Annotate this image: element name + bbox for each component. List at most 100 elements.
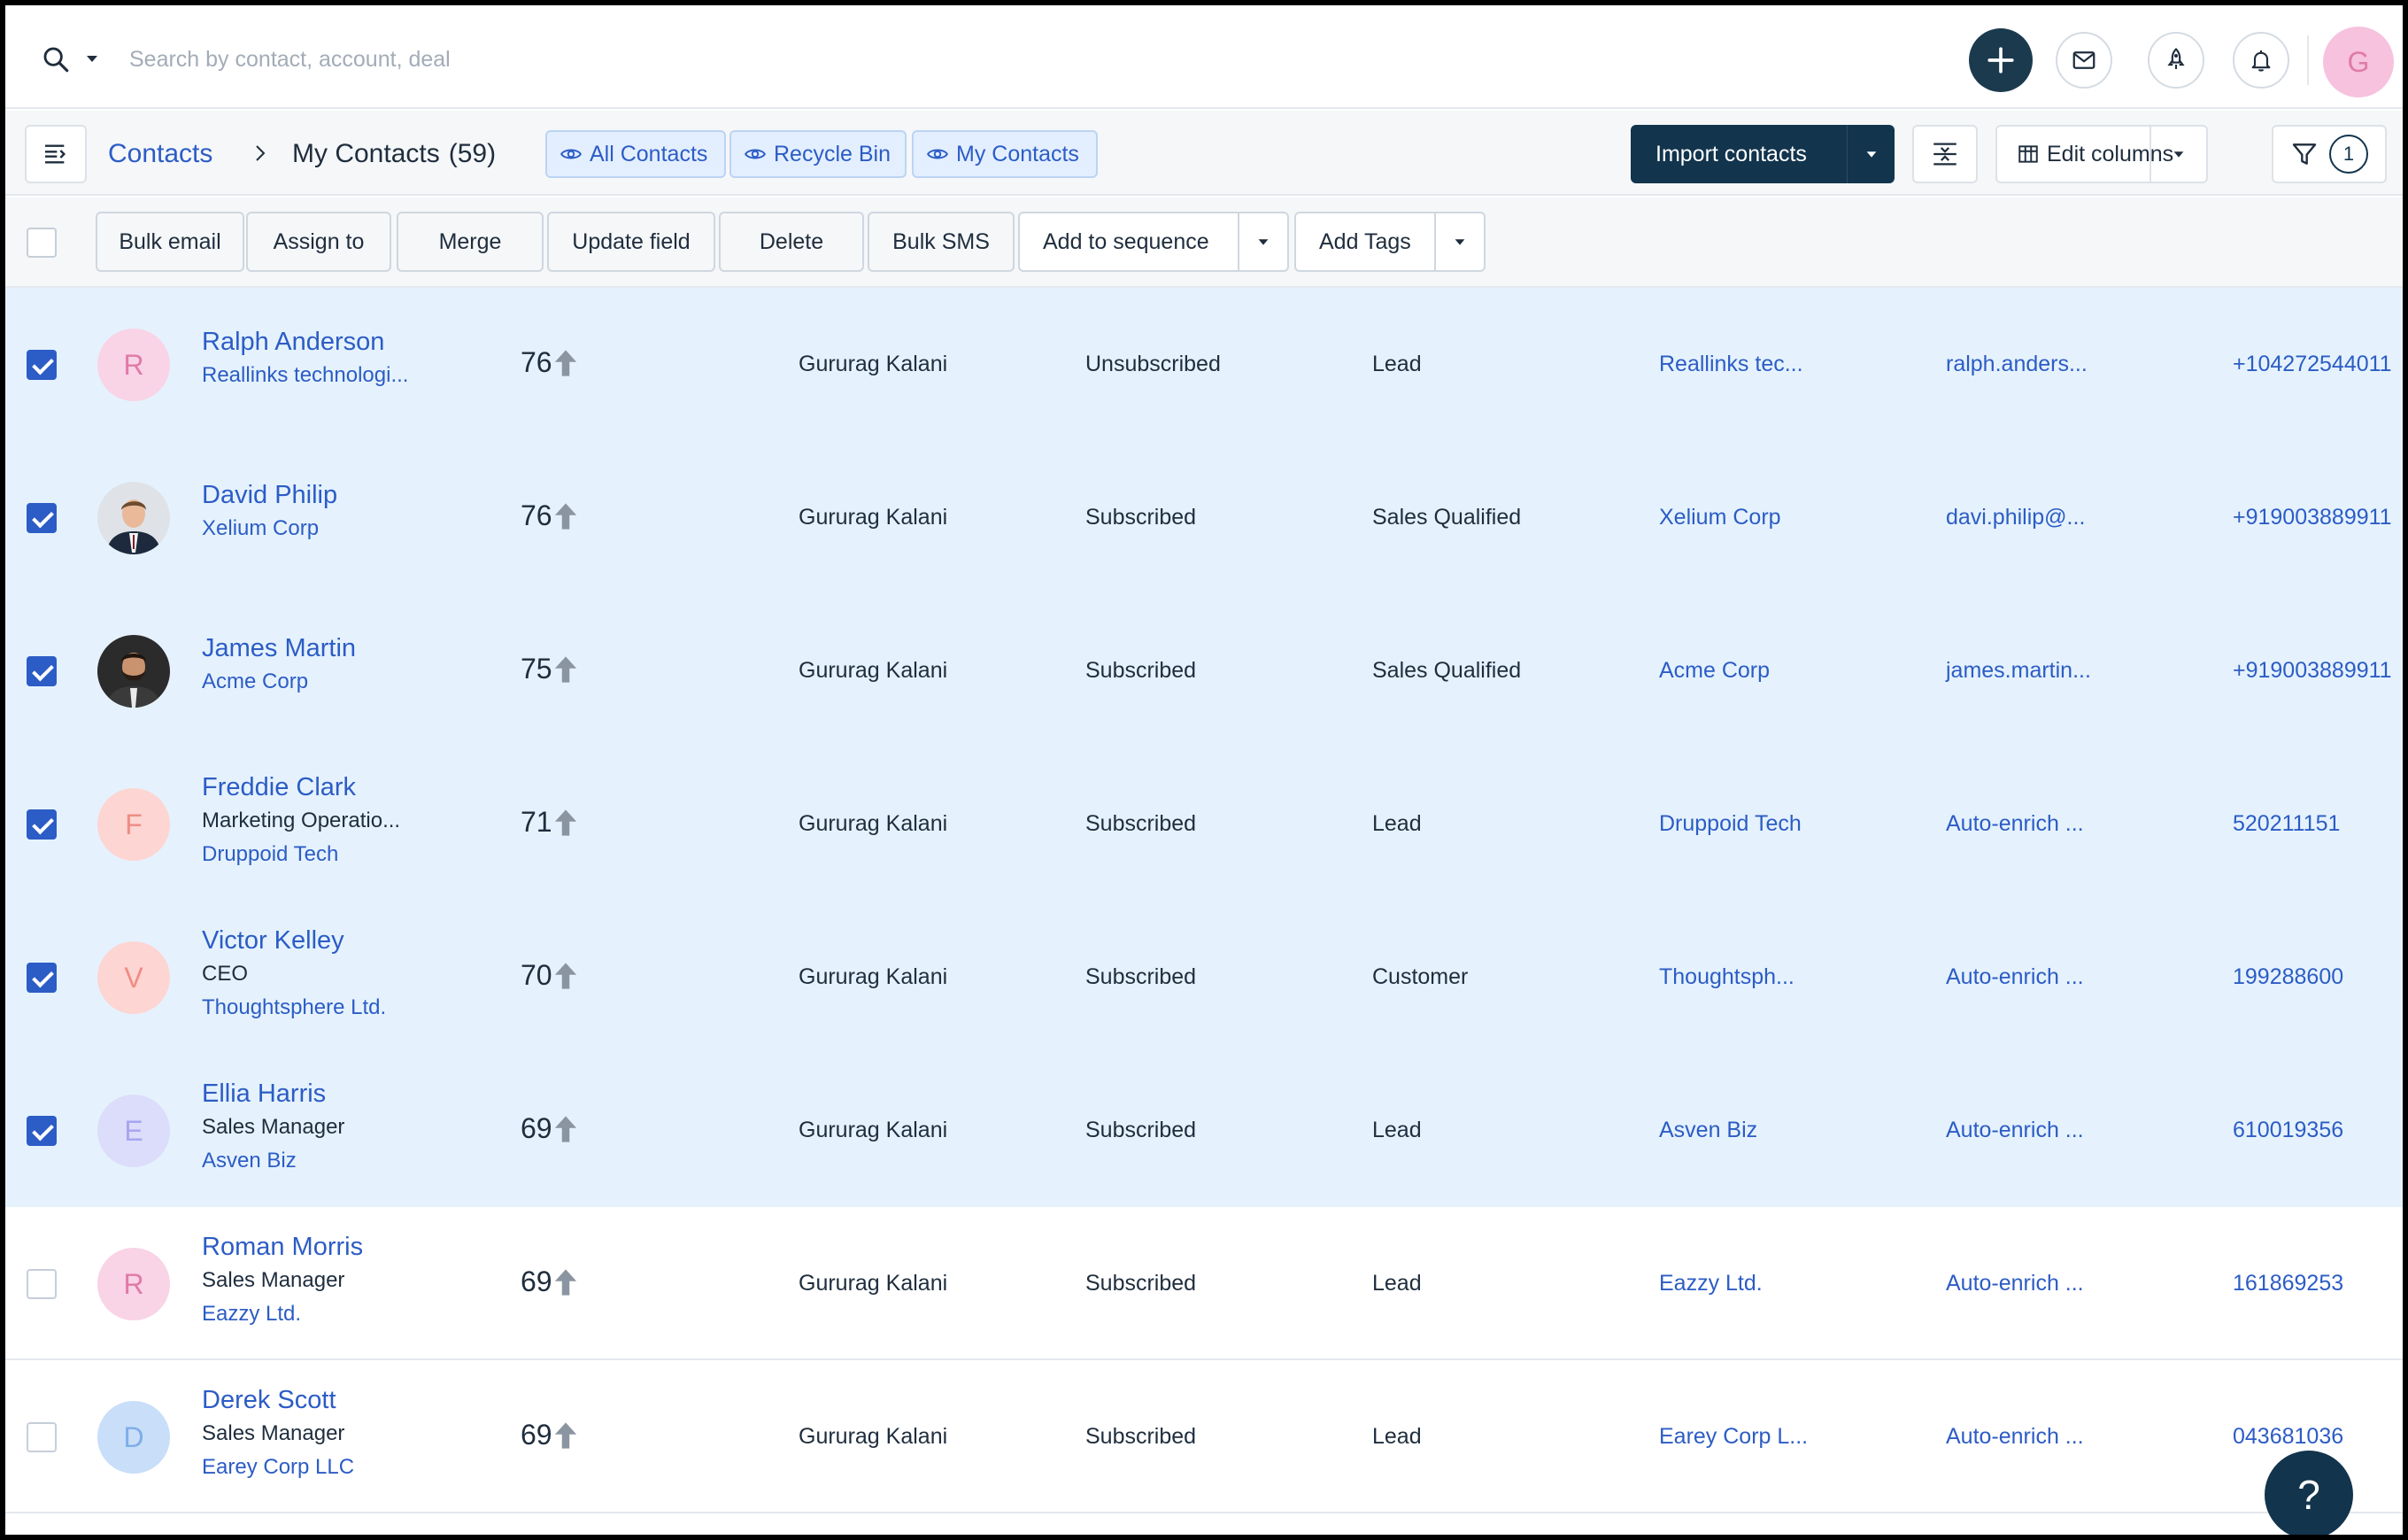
- onboarding-button[interactable]: [2148, 32, 2204, 89]
- contact-avatar[interactable]: [97, 482, 170, 554]
- select-all-checkbox[interactable]: [27, 228, 57, 258]
- import-options-caret[interactable]: [1847, 125, 1895, 183]
- contact-name-link[interactable]: Derek Scott: [202, 1383, 354, 1417]
- view-recycle-bin[interactable]: Recycle Bin: [729, 130, 907, 178]
- row-checkbox[interactable]: [27, 1269, 57, 1299]
- row-checkbox[interactable]: [27, 1116, 57, 1146]
- search-scope-caret-icon[interactable]: [83, 50, 101, 67]
- email-status-cell: Unsubscribed: [1085, 352, 1221, 377]
- phone-link[interactable]: +919003889911: [2233, 505, 2392, 530]
- breadcrumb-contacts-link[interactable]: Contacts: [108, 139, 212, 169]
- filter-button[interactable]: 1: [2272, 125, 2387, 183]
- row-checkbox[interactable]: [27, 1422, 57, 1452]
- contact-name-link[interactable]: David Philip: [202, 478, 337, 512]
- view-all-contacts[interactable]: All Contacts: [545, 130, 726, 178]
- phone-link[interactable]: 161869253: [2233, 1271, 2343, 1296]
- contact-name-link[interactable]: Ellia Harris: [202, 1077, 344, 1111]
- row-checkbox[interactable]: [27, 350, 57, 380]
- contact-avatar[interactable]: R: [97, 329, 170, 401]
- contact-company-link[interactable]: Earey Corp LLC: [202, 1451, 354, 1484]
- bulk-sms-label: Bulk SMS: [892, 229, 990, 255]
- update-field-button[interactable]: Update field: [547, 212, 715, 272]
- view-my-contacts[interactable]: My Contacts: [912, 130, 1098, 178]
- contact-company-link[interactable]: Reallinks technologi...: [202, 359, 408, 392]
- account-link[interactable]: Xelium Corp: [1659, 505, 1781, 530]
- lead-score: 76: [521, 499, 579, 532]
- account-link[interactable]: Eazzy Ltd.: [1659, 1271, 1763, 1296]
- contact-name-link[interactable]: Ralph Anderson: [202, 325, 408, 359]
- account-link[interactable]: Earey Corp L...: [1659, 1424, 1808, 1450]
- table-row[interactable]: RRoman MorrisSales ManagerEazzy Ltd.69Gu…: [5, 1207, 2403, 1360]
- assign-to-button[interactable]: Assign to: [246, 212, 391, 272]
- help-button[interactable]: ?: [2265, 1451, 2353, 1535]
- contact-company-link[interactable]: Druppoid Tech: [202, 838, 400, 871]
- contact-name-link[interactable]: James Martin: [202, 631, 356, 665]
- email-link[interactable]: Auto-enrich ...: [1946, 811, 2084, 837]
- email-link[interactable]: james.martin...: [1946, 658, 2091, 684]
- email-link[interactable]: Auto-enrich ...: [1946, 1118, 2084, 1143]
- email-link[interactable]: ralph.anders...: [1946, 352, 2088, 377]
- email-link[interactable]: Auto-enrich ...: [1946, 1271, 2084, 1296]
- contact-company-link[interactable]: Acme Corp: [202, 665, 356, 699]
- contact-company-link[interactable]: Thoughtsphere Ltd.: [202, 991, 386, 1025]
- account-link[interactable]: Thoughtsph...: [1659, 964, 1794, 990]
- row-checkbox[interactable]: [27, 963, 57, 993]
- contact-name-link[interactable]: Victor Kelley: [202, 924, 386, 957]
- quick-add-button[interactable]: [1969, 28, 2033, 92]
- edit-columns-button[interactable]: Edit columns: [1995, 125, 2208, 183]
- sidebar-toggle-button[interactable]: [25, 125, 87, 183]
- contact-avatar[interactable]: F: [97, 788, 170, 861]
- account-link[interactable]: Asven Biz: [1659, 1118, 1757, 1143]
- edit-columns-caret[interactable]: [2149, 127, 2206, 182]
- account-link[interactable]: Reallinks tec...: [1659, 352, 1803, 377]
- import-contacts-button[interactable]: Import contacts: [1631, 125, 1895, 183]
- contact-avatar[interactable]: [97, 635, 170, 708]
- account-link[interactable]: Druppoid Tech: [1659, 811, 1802, 837]
- table-row[interactable]: EEllia HarrisSales ManagerAsven Biz69Gur…: [5, 1054, 2403, 1207]
- search-icon[interactable]: [41, 44, 71, 74]
- email-link[interactable]: Auto-enrich ...: [1946, 964, 2084, 990]
- bulk-sms-button[interactable]: Bulk SMS: [868, 212, 1015, 272]
- contact-name-link[interactable]: Freddie Clark: [202, 770, 400, 804]
- add-tags-button[interactable]: Add Tags: [1294, 212, 1486, 272]
- table-row[interactable]: James MartinAcme Corp75Gururag KalaniSub…: [5, 594, 2403, 747]
- phone-link[interactable]: 199288600: [2233, 964, 2343, 990]
- contact-company-link[interactable]: Eazzy Ltd.: [202, 1297, 363, 1331]
- table-row[interactable]: R Ralph AndersonReallinks technologi... 76…: [5, 288, 2403, 441]
- owner-cell: Gururag Kalani: [799, 1271, 947, 1296]
- lead-score: 76: [521, 346, 579, 379]
- contact-avatar[interactable]: V: [97, 941, 170, 1014]
- phone-link[interactable]: +104272544011: [2233, 352, 2392, 377]
- account-link[interactable]: Acme Corp: [1659, 658, 1770, 684]
- email-link[interactable]: davi.philip@...: [1946, 505, 2085, 530]
- contact-avatar[interactable]: D: [97, 1401, 170, 1474]
- row-checkbox[interactable]: [27, 503, 57, 533]
- merge-button[interactable]: Merge: [397, 212, 544, 272]
- user-avatar-button[interactable]: G: [2323, 27, 2394, 97]
- table-row[interactable]: DDerek ScottSales ManagerEarey Corp LLC6…: [5, 1360, 2403, 1513]
- phone-link[interactable]: 520211151: [2233, 811, 2340, 837]
- row-density-button[interactable]: [1912, 125, 1978, 183]
- global-search-input[interactable]: [129, 37, 926, 81]
- email-link[interactable]: Auto-enrich ...: [1946, 1424, 2084, 1450]
- table-row[interactable]: VVictor KelleyCEOThoughtsphere Ltd.70Gur…: [5, 901, 2403, 1054]
- bulk-email-button[interactable]: Bulk email: [96, 212, 244, 272]
- row-checkbox[interactable]: [27, 656, 57, 686]
- phone-link[interactable]: 610019356: [2233, 1118, 2343, 1143]
- contact-company-link[interactable]: Xelium Corp: [202, 512, 337, 546]
- notifications-button[interactable]: [2233, 32, 2289, 89]
- contact-name-link[interactable]: Roman Morris: [202, 1230, 363, 1264]
- email-inbox-button[interactable]: [2056, 32, 2112, 89]
- add-to-sequence-button[interactable]: Add to sequence: [1018, 212, 1289, 272]
- add-tags-caret[interactable]: [1434, 213, 1484, 270]
- phone-link[interactable]: 043681036: [2233, 1424, 2343, 1450]
- contact-avatar[interactable]: E: [97, 1095, 170, 1167]
- table-row[interactable]: David PhilipXelium Corp76Gururag KalaniS…: [5, 441, 2403, 594]
- row-checkbox[interactable]: [27, 809, 57, 840]
- contact-company-link[interactable]: Asven Biz: [202, 1144, 344, 1178]
- contact-avatar[interactable]: R: [97, 1248, 170, 1320]
- phone-link[interactable]: +919003889911: [2233, 658, 2392, 684]
- table-row[interactable]: FFreddie ClarkMarketing Operatio...Drupp…: [5, 747, 2403, 901]
- add-to-sequence-caret[interactable]: [1238, 213, 1287, 270]
- delete-button[interactable]: Delete: [719, 212, 864, 272]
